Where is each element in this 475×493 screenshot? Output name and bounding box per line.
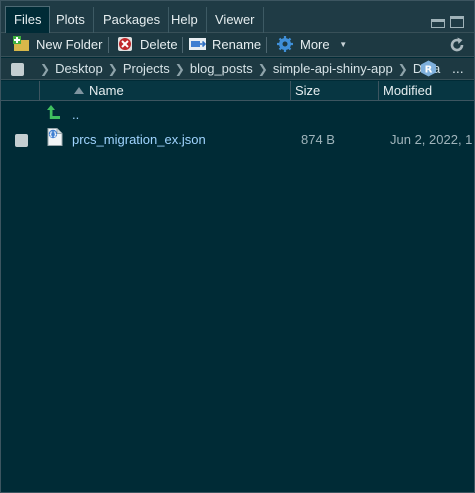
size-column-label: Size xyxy=(295,83,321,98)
select-all-checkbox[interactable] xyxy=(11,63,24,76)
chevron-right-icon: ❯ xyxy=(257,62,268,76)
tab-packages[interactable]: Packages xyxy=(95,7,170,33)
tab-files[interactable]: Files xyxy=(5,6,51,34)
breadcrumb-item[interactable]: blog_posts xyxy=(190,61,253,76)
modified-column-header[interactable]: Modified xyxy=(378,81,474,101)
tab-viewer[interactable]: Viewer xyxy=(207,7,264,33)
svg-text:R: R xyxy=(425,65,433,76)
breadcrumb-path: ❯ Desktop ❯ Projects ❯ blog_posts ❯ simple-api-… xyxy=(35,61,440,77)
rename-icon xyxy=(189,38,207,50)
breadcrumb-item[interactable]: Desktop xyxy=(55,61,103,76)
new-folder-icon xyxy=(13,36,29,51)
breadcrumb-overflow[interactable]: ... xyxy=(452,60,464,76)
file-list-header: Name Size Modified xyxy=(1,81,474,101)
new-folder-label: New Folder xyxy=(36,37,103,52)
delete-button[interactable]: Delete xyxy=(117,36,178,54)
gear-icon xyxy=(277,36,293,52)
delete-label: Delete xyxy=(140,37,178,52)
window-controls xyxy=(426,16,466,29)
refresh-icon[interactable] xyxy=(448,36,466,54)
more-label: More xyxy=(300,37,330,52)
file-size: 874 B xyxy=(301,132,335,147)
toolbar-divider xyxy=(108,37,109,53)
tab-bar: Files Plots Packages Help Viewer xyxy=(1,1,474,34)
sort-ascending-icon xyxy=(74,87,84,94)
breadcrumb: ❯ Desktop ❯ Projects ❯ blog_posts ❯ simple-api-… xyxy=(1,58,474,80)
tab-help[interactable]: Help xyxy=(163,7,207,33)
table-row[interactable]: {} prcs_migration_ex.json 874 B Jun 2, 2… xyxy=(1,128,474,152)
row-checkbox[interactable] xyxy=(15,134,28,147)
chevron-right-icon: ❯ xyxy=(174,62,185,76)
chevron-right-icon: ❯ xyxy=(397,62,408,76)
new-folder-button[interactable]: New Folder xyxy=(13,36,102,54)
r-project-icon[interactable]: R xyxy=(420,60,437,77)
more-button[interactable]: More ▼ xyxy=(277,36,347,54)
rename-button[interactable]: Rename xyxy=(189,36,261,54)
up-arrow-icon xyxy=(47,105,60,119)
name-column-label: Name xyxy=(89,83,124,98)
breadcrumb-item[interactable]: Projects xyxy=(123,61,170,76)
files-pane: Files Plots Packages Help Viewer New Fol… xyxy=(0,0,475,493)
parent-directory-label: .. xyxy=(72,107,80,122)
file-modified: Jun 2, 2022, 1 xyxy=(390,132,473,147)
delete-icon xyxy=(118,37,132,51)
maximize-icon[interactable] xyxy=(450,16,464,28)
chevron-right-icon: ❯ xyxy=(107,62,118,76)
breadcrumb-item[interactable]: simple-api-shiny-app xyxy=(273,61,393,76)
parent-directory-row[interactable]: .. xyxy=(1,103,474,127)
toolbar-divider xyxy=(182,37,183,53)
file-name[interactable]: prcs_migration_ex.json xyxy=(72,132,206,147)
minimize-icon[interactable] xyxy=(431,19,445,28)
svg-text:{}: {} xyxy=(49,131,58,138)
chevron-right-icon: ❯ xyxy=(40,62,51,76)
files-toolbar: New Folder Delete Rename More ▼ xyxy=(1,33,474,57)
modified-column-label: Modified xyxy=(383,83,433,98)
json-file-icon: {} xyxy=(47,128,63,146)
tab-plots[interactable]: Plots xyxy=(48,7,94,33)
size-column-header[interactable]: Size xyxy=(290,81,378,101)
chevron-down-icon: ▼ xyxy=(339,40,348,49)
rename-label: Rename xyxy=(212,37,262,52)
toolbar-divider xyxy=(266,37,267,53)
